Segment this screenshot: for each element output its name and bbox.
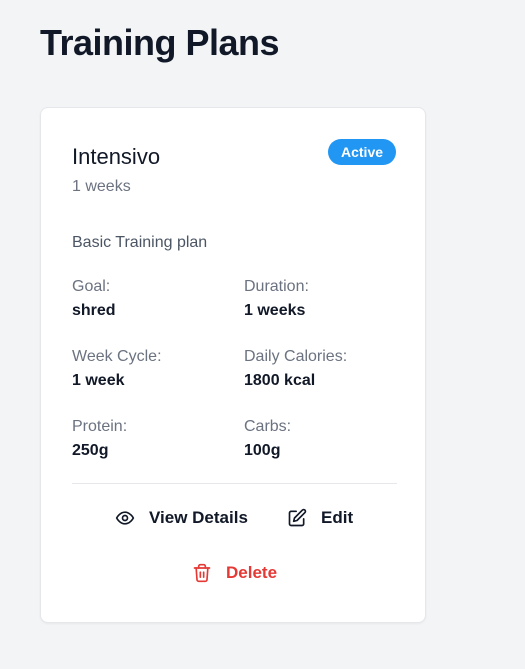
stat-label: Duration: [244,278,309,295]
stat-label: Daily Calories: [244,348,348,365]
stat-goal: Goal: shred [72,277,232,321]
stat-value: 1800 kcal [244,372,316,389]
plan-length: 1 weeks [72,178,131,195]
edit-icon [287,508,307,528]
status-badge: Active [328,139,397,165]
trash-icon [192,563,212,583]
stat-daily-calories: Daily Calories: 1800 kcal [244,347,404,391]
stat-week-cycle: Week Cycle: 1 week [72,347,232,391]
stat-value: 250g [72,442,109,459]
plan-name: Intensivo [72,144,161,169]
stat-carbs: Carbs: 100g [244,417,404,461]
stat-label: Week Cycle: [72,348,162,365]
divider [72,483,397,484]
training-plan-card: Intensivo Active 1 weeks Basic Training … [40,107,426,623]
stat-protein: Protein: 250g [72,417,232,461]
stat-label: Carbs: [244,418,292,435]
stat-value: 1 weeks [244,302,306,319]
delete-label: Delete [226,563,278,582]
eye-icon [115,508,135,528]
stat-duration: Duration: 1 weeks [244,277,404,321]
view-details-label: View Details [149,508,248,527]
stat-label: Goal: [72,278,111,295]
stat-value: shred [72,302,116,319]
view-details-button[interactable]: View Details [115,503,248,533]
edit-label: Edit [321,508,354,527]
stat-value: 100g [244,442,281,459]
edit-button[interactable]: Edit [287,503,353,533]
stat-label: Protein: [72,418,128,435]
stat-value: 1 week [72,372,125,389]
plan-description: Basic Training plan [72,234,208,251]
delete-button[interactable]: Delete [192,558,277,588]
page-title: Training Plans [40,22,280,63]
